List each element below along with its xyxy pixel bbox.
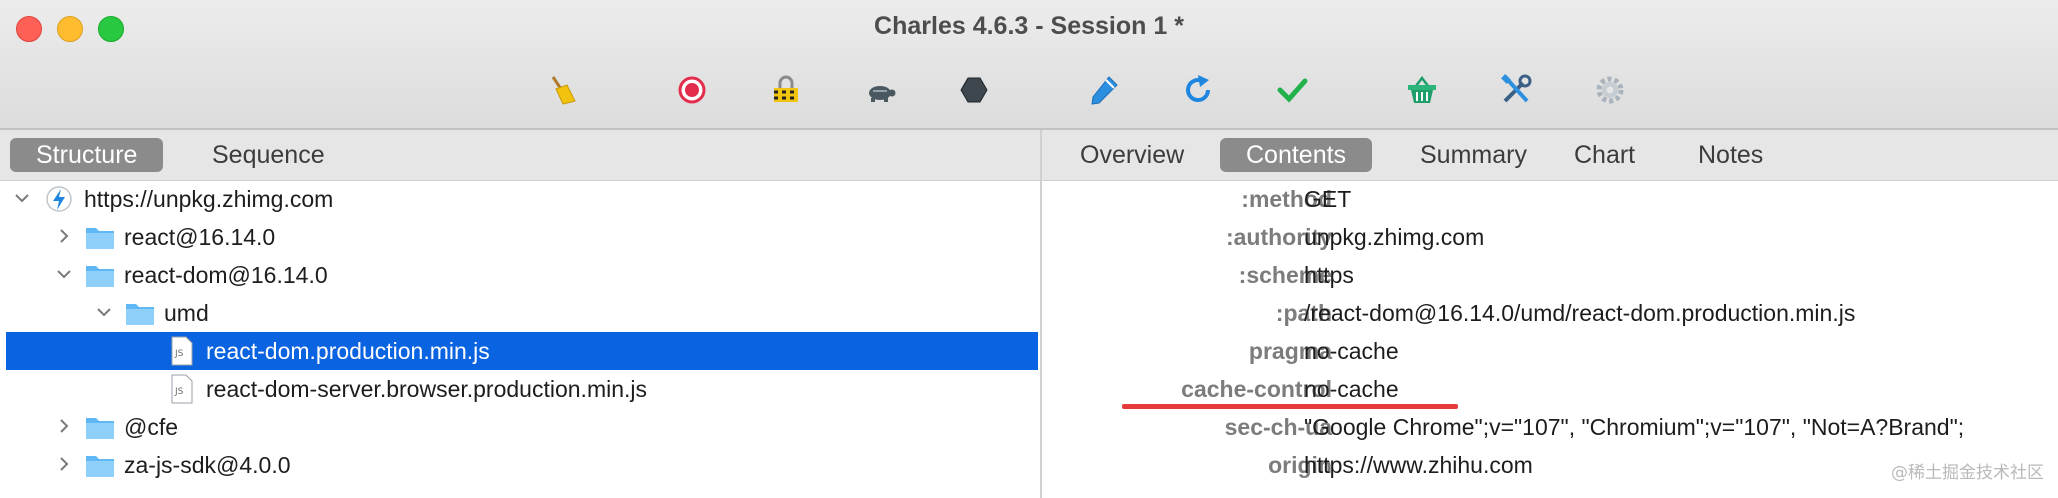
https-host-icon <box>44 184 76 214</box>
chevron-right-icon[interactable] <box>54 226 74 246</box>
repeat-refresh-icon[interactable] <box>1180 72 1216 108</box>
chevron-down-icon[interactable] <box>94 302 114 322</box>
header-value: https <box>1304 262 1354 288</box>
watermark: @稀土掘金技术社区 <box>1891 463 2044 483</box>
header-row[interactable]: pragma no-cache <box>1042 332 2058 370</box>
tree-label-host: https://unpkg.zhimg.com <box>84 186 334 212</box>
js-file-icon: JS <box>166 336 198 366</box>
record-icon[interactable] <box>674 72 710 108</box>
tree-row-host[interactable]: https://unpkg.zhimg.com <box>0 180 1040 218</box>
header-value: GET <box>1304 186 1352 212</box>
tree-label-za-sdk: za-js-sdk@4.0.0 <box>124 452 291 478</box>
tree-label-server-file: react-dom-server.browser.production.min.… <box>206 376 647 402</box>
header-value: /react-dom@16.14.0/umd/react-dom.product… <box>1304 300 1856 326</box>
tree-row-react[interactable]: react@16.14.0 <box>0 218 1040 256</box>
folder-icon <box>84 260 116 290</box>
svg-text:JS: JS <box>174 387 184 397</box>
folder-icon <box>124 298 156 328</box>
tab-notes[interactable]: Notes <box>1672 138 1789 172</box>
tree-row-react-dom[interactable]: react-dom@16.14.0 <box>0 256 1040 294</box>
tree-row-umd[interactable]: umd <box>0 294 1040 332</box>
header-value: "Google Chrome";v="107", "Chromium";v="1… <box>1304 414 1965 440</box>
header-row[interactable]: :method GET <box>1042 180 2058 218</box>
tab-chart[interactable]: Chart <box>1548 138 1661 172</box>
header-row[interactable]: sec-ch-ua "Google Chrome";v="107", "Chro… <box>1042 408 2058 446</box>
header-row[interactable]: :authority unpkg.zhimg.com <box>1042 218 2058 256</box>
left-view-tabs: Structure Sequence <box>0 130 1040 181</box>
chevron-down-icon[interactable] <box>54 264 74 284</box>
tree-row-cfe[interactable]: @cfe <box>0 408 1040 446</box>
title-bar: Charles 4.6.3 - Session 1 * <box>0 0 2058 130</box>
structure-pane: Structure Sequence https://unpkg.zhimg.c… <box>0 130 1042 498</box>
tab-contents[interactable]: Contents <box>1220 138 1373 172</box>
header-row[interactable]: :scheme https <box>1042 256 2058 294</box>
header-value: unpkg.zhimg.com <box>1304 224 1485 250</box>
ssl-lock-icon[interactable] <box>768 72 804 108</box>
tree-label-react: react@16.14.0 <box>124 224 276 250</box>
tab-summary[interactable]: Summary <box>1394 138 1553 172</box>
stop-hexagon-icon[interactable] <box>956 72 992 108</box>
tree-label-react-dom: react-dom@16.14.0 <box>124 262 328 288</box>
chevron-right-icon[interactable] <box>54 454 74 474</box>
header-row[interactable]: :path /react-dom@16.14.0/umd/react-dom.p… <box>1042 294 2058 332</box>
chevron-down-icon[interactable] <box>12 188 32 208</box>
header-value: no-cache <box>1304 376 1399 402</box>
details-pane: Overview Contents Summary Chart Notes :m… <box>1042 130 2058 498</box>
tree-row-za-sdk[interactable]: za-js-sdk@4.0.0 <box>0 446 1040 484</box>
settings-gear-icon[interactable] <box>1592 72 1628 108</box>
tree-label-selected-file: react-dom.production.min.js <box>206 338 490 364</box>
broom-icon[interactable] <box>544 72 580 108</box>
js-file-icon: JS <box>166 374 198 404</box>
turtle-throttle-icon[interactable] <box>862 72 898 108</box>
tab-sequence[interactable]: Sequence <box>186 138 351 172</box>
svg-text:JS: JS <box>174 349 184 359</box>
basket-icon[interactable] <box>1404 72 1440 108</box>
annotation-underline <box>1122 404 1458 409</box>
folder-icon <box>84 222 116 252</box>
header-value: no-cache <box>1304 338 1399 364</box>
header-row-highlighted[interactable]: cache-control no-cache <box>1042 370 2058 408</box>
window-title: Charles 4.6.3 - Session 1 * <box>874 12 1184 40</box>
tab-overview[interactable]: Overview <box>1054 138 1210 172</box>
tools-icon[interactable] <box>1498 72 1534 108</box>
tree-row-server-file[interactable]: JS react-dom-server.browser.production.m… <box>0 370 1040 408</box>
tree-label-cfe: @cfe <box>124 414 179 440</box>
folder-icon <box>84 450 116 480</box>
compose-pen-icon[interactable] <box>1086 72 1122 108</box>
tree-label-umd: umd <box>164 300 209 326</box>
chevron-right-icon[interactable] <box>54 416 74 436</box>
validate-check-icon[interactable] <box>1274 72 1310 108</box>
tree-row-selected-file[interactable]: JS react-dom.production.min.js <box>6 332 1038 370</box>
folder-icon <box>84 412 116 442</box>
right-view-tabs: Overview Contents Summary Chart Notes <box>1042 130 2058 181</box>
header-value: https://www.zhihu.com <box>1304 452 1533 478</box>
tab-structure[interactable]: Structure <box>10 138 164 172</box>
